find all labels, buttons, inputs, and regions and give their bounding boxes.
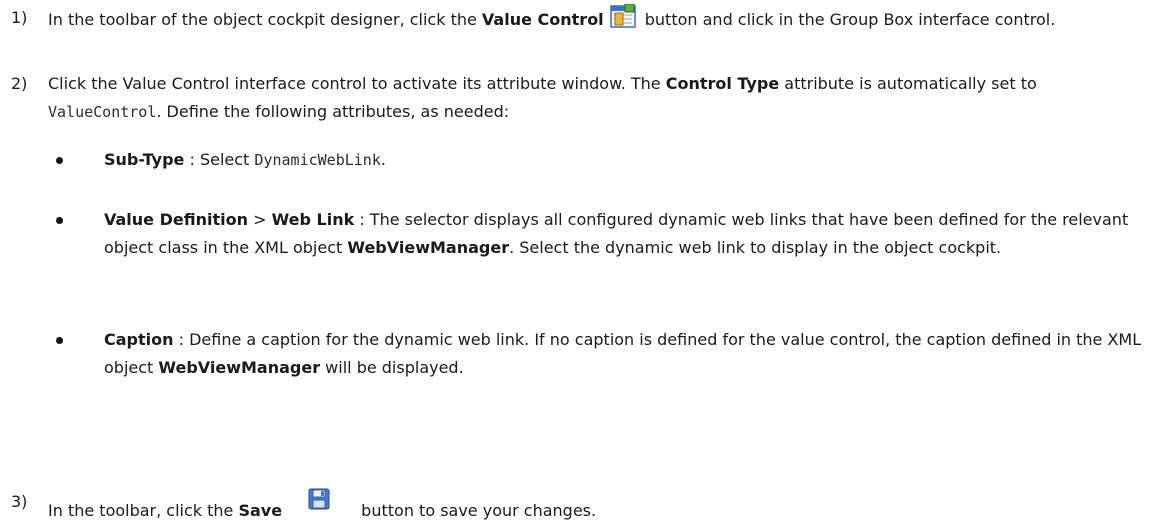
bullet-text-part: > [247,210,272,229]
ui-term-caption: Caption [104,330,174,349]
step-text-part: In the toolbar of the object cockpit des… [48,10,482,29]
bullet-dot [56,217,63,224]
value-control-icon [609,3,636,37]
step-text: In the toolbar, click the Save button to… [48,488,1151,525]
step-text: Click the Value Control interface contro… [48,70,1151,126]
bullet-text-part: . [380,150,386,169]
step-1: 1) In the toolbar of the object cockpit … [11,3,1151,37]
bullet-text: Value Definition > Web Link : The select… [104,206,1146,262]
step-text-part: attribute is automatically set to [779,74,1037,93]
step-text-part: In the toolbar, click the [48,501,239,520]
bullet-text-part: will be displayed. [320,358,464,377]
bullet-text: Sub-Type : Select DynamicWebLink. [104,146,1146,174]
bullet-text-part: . Select the dynamic web link to display… [509,238,1002,257]
step-text-part: . Define the following attributes, as ne… [156,102,510,121]
ui-term-save: Save [238,501,283,520]
step-number: 3) [11,492,28,511]
instructions-document: 1) In the toolbar of the object cockpit … [0,0,1162,526]
bullet-dot [56,337,63,344]
ui-term-web-link: Web Link [271,210,355,229]
ui-term-value-definition: Value Definition [104,210,248,229]
step-text-part: Click the Value Control interface contro… [48,74,666,93]
step-number: 1) [11,8,28,27]
bullet-text-part: : Select [184,150,255,169]
step-3: 3) In the toolbar, click the Save button… [11,488,1151,525]
bullet-item-caption: Caption : Define a caption for the dynam… [56,326,1146,382]
ui-term-web-view-manager: WebViewManager [347,238,510,257]
ui-term-control-type: Control Type [665,74,780,93]
step-text-part: button and click in the Group Box interf… [639,10,1056,29]
bullet-item-sub-type: Sub-Type : Select DynamicWebLink. [56,146,1146,174]
code-value-control: ValueControl [48,103,157,121]
bullet-dot [56,157,63,164]
bullet-item-value-definition: Value Definition > Web Link : The select… [56,206,1146,262]
step-number: 2) [11,74,28,93]
step-text-part: button to save your changes. [356,501,597,520]
step-text: In the toolbar of the object cockpit des… [48,3,1151,37]
ui-term-sub-type: Sub-Type [104,150,185,169]
ui-term-value-control: Value Control [481,10,604,29]
ui-term-web-view-manager: WebViewManager [158,358,321,377]
step-2: 2) Click the Value Control interface con… [11,70,1151,126]
code-dynamic-web-link: DynamicWebLink [254,151,381,169]
bullet-text: Caption : Define a caption for the dynam… [104,326,1146,382]
save-icon [308,488,330,519]
